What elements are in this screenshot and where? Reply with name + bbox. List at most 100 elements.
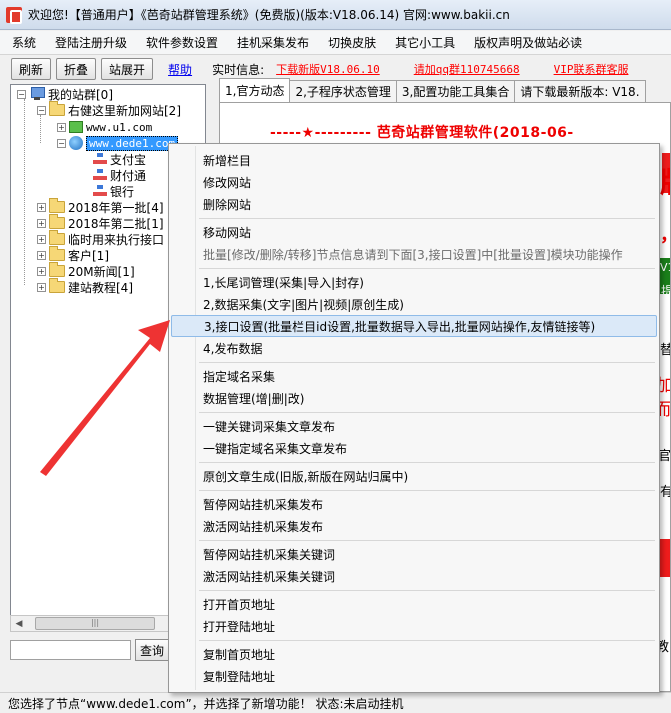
toolbar: 刷新 折叠 站展开 帮助 实时信息: 下载新版V18.06.10 请加qq群11… [0, 56, 671, 82]
content-fragment: 提 [661, 281, 670, 300]
tree-node-column[interactable]: 支付宝 [93, 151, 146, 167]
content-fragment: 有 [660, 481, 670, 500]
search-button[interactable]: 查询 [135, 639, 169, 661]
menu-item-add-column[interactable]: 新增栏目 [171, 149, 657, 171]
content-fragment: ， [660, 221, 670, 247]
tree-node-label: 财付通 [110, 168, 147, 183]
content-fragment: V1 [660, 261, 670, 274]
menu-item-publish-data[interactable]: 4,发布数据 [171, 337, 657, 359]
folder-icon [49, 230, 65, 245]
realtime-info-label: 实时信息: [212, 62, 265, 77]
menu-item-pause-keyword-collect[interactable]: 暂停网站挂机采集关键词 [171, 543, 657, 565]
menu-item-domain-collect-publish[interactable]: 一键指定域名采集文章发布 [171, 437, 657, 459]
tree-node-label: 我的站群[0] [48, 87, 113, 102]
menu-item-domain-collect[interactable]: 指定域名采集 [171, 365, 657, 387]
app-icon [6, 6, 22, 24]
expand-toggle-icon[interactable]: + [37, 266, 46, 276]
menu-item-activate-auto-publish[interactable]: 激活网站挂机采集发布 [171, 515, 657, 537]
title-bar: 欢迎您!【普通用户】《芭奇站群管理系统》(免费版)(版本:V18.06.14) … [0, 0, 671, 30]
menu-item-edit-site[interactable]: 修改网站 [171, 171, 657, 193]
tree-node-label: 临时用来执行接口 [68, 232, 165, 247]
tree-node-site-selected[interactable]: − www.dede1.com [57, 135, 179, 151]
tree-node-group[interactable]: + 临时用来执行接口 [37, 230, 165, 247]
expand-toggle-icon[interactable]: + [37, 282, 46, 292]
menu-item-open-login-page[interactable]: 打开登陆地址 [171, 615, 657, 637]
menu-item-data-management[interactable]: 数据管理(增|删|改) [171, 387, 657, 409]
menu-item-batch-hint: 批量[修改/删除/转移]节点信息请到下面[3,接口设置]中[批量设置]模块功能操… [203, 247, 623, 262]
menu-item-open-homepage[interactable]: 打开首页地址 [171, 593, 657, 615]
refresh-button[interactable]: 刷新 [11, 58, 52, 80]
tree-node-label: 银行 [110, 184, 135, 199]
collapse-toggle-icon[interactable]: − [37, 105, 46, 115]
tree-node-column[interactable]: 财付通 [93, 167, 146, 183]
expand-button[interactable]: 站展开 [101, 58, 154, 80]
menu-item-activate-keyword-collect[interactable]: 激活网站挂机采集关键词 [171, 565, 657, 587]
menu-other-tools[interactable]: 其它小工具 [395, 34, 455, 51]
menu-copyright[interactable]: 版权声明及做站必读 [474, 34, 582, 51]
menu-item-delete-site[interactable]: 删除网站 [171, 193, 657, 215]
menu-item-original-article[interactable]: 原创文章生成(旧版,新版在网站归属中) [171, 465, 657, 487]
menu-item-keyword-collect-publish[interactable]: 一键关键词采集文章发布 [171, 415, 657, 437]
menu-item-longtail-keywords[interactable]: 1,长尾词管理(采集|导入|封存) [171, 271, 657, 293]
tree-search-input[interactable] [10, 640, 131, 660]
folder-icon [49, 278, 65, 293]
tab-tool-collection[interactable]: 3,配置功能工具集合 [395, 80, 516, 102]
menu-item-copy-login-page[interactable]: 复制登陆地址 [171, 665, 657, 687]
tree-node-group[interactable]: + 2018年第二批[1] [37, 214, 164, 231]
expand-toggle-icon[interactable]: + [37, 250, 46, 260]
scrollbar-thumb[interactable]: ||| [35, 617, 155, 630]
folder-icon [49, 101, 65, 116]
folder-icon [49, 246, 65, 261]
folder-icon [49, 262, 65, 277]
tree-guide-line [40, 115, 41, 143]
column-node-icon [93, 169, 107, 181]
menu-separator [199, 490, 655, 491]
content-fragment: 版 [660, 161, 670, 201]
expand-toggle-icon[interactable]: + [37, 218, 46, 228]
collapse-button[interactable]: 折叠 [56, 58, 97, 80]
tree-node-group[interactable]: + 20M新闻[1] [37, 262, 135, 279]
collapse-toggle-icon[interactable]: − [57, 138, 66, 148]
tree-node-label: www.dede1.com [86, 135, 179, 151]
tab-subprogram-status[interactable]: 2,子程序状态管理 [289, 80, 397, 102]
menu-item-interface-settings[interactable]: 3,接口设置(批量栏目id设置,批量数据导入导出,批量网站操作,友情链接等) [171, 315, 657, 337]
tree-node-root[interactable]: − 我的站群[0] [17, 86, 113, 102]
website-icon [69, 121, 83, 133]
menu-switch-skin[interactable]: 切换皮肤 [328, 34, 376, 51]
collapse-toggle-icon[interactable]: − [17, 89, 26, 99]
network-icon [29, 87, 45, 101]
menu-item-move-site[interactable]: 移动网站 [171, 221, 657, 243]
tree-node-column[interactable]: 银行 [93, 183, 134, 199]
tree-guide-line [24, 99, 25, 285]
tree-node-label: 支付宝 [110, 152, 147, 167]
menu-item-copy-homepage[interactable]: 复制首页地址 [171, 643, 657, 665]
vip-contact-link[interactable]: VIP联系群客服 [554, 61, 629, 77]
menu-auto-collect-publish[interactable]: 挂机采集发布 [237, 34, 309, 51]
download-new-version-link[interactable]: 下载新版V18.06.10 [276, 61, 380, 77]
menu-system[interactable]: 系统 [12, 34, 36, 51]
expand-toggle-icon[interactable]: + [57, 122, 66, 132]
tab-official-news[interactable]: 1,官方动态 [219, 78, 291, 102]
tree-node-label: 建站教程[4] [68, 280, 133, 295]
menu-bar: 系统 登陆注册升级 软件参数设置 挂机采集发布 切换皮肤 其它小工具 版权声明及… [0, 31, 671, 55]
globe-icon [69, 136, 83, 150]
menu-login-register[interactable]: 登陆注册升级 [55, 34, 127, 51]
tree-node-group[interactable]: − 右健这里新加网站[2] [37, 101, 181, 118]
tree-node-group[interactable]: + 2018年第一批[4] [37, 198, 164, 215]
menu-software-settings[interactable]: 软件参数设置 [146, 34, 218, 51]
tree-node-group[interactable]: + 客户[1] [37, 246, 109, 263]
menu-item-data-collection[interactable]: 2,数据采集(文字|图片|视频|原创生成) [171, 293, 657, 315]
tree-node-site[interactable]: + www.u1.com [57, 119, 152, 135]
content-fragment: 替 [660, 339, 670, 358]
qq-group-link[interactable]: 请加qq群110745668 [414, 61, 520, 77]
tree-node-label: 右健这里新加网站[2] [68, 103, 181, 118]
tab-download-latest[interactable]: 请下载最新版本: V18. [514, 80, 646, 102]
expand-toggle-icon[interactable]: + [37, 202, 46, 212]
scroll-left-icon[interactable]: ◀ [11, 616, 27, 631]
menu-item-pause-auto-publish[interactable]: 暂停网站挂机采集发布 [171, 493, 657, 515]
help-link[interactable]: 帮助 [168, 61, 192, 78]
expand-toggle-icon[interactable]: + [37, 234, 46, 244]
folder-icon [49, 198, 65, 213]
tree-node-group[interactable]: + 建站教程[4] [37, 278, 133, 295]
tree-node-label: 20M新闻[1] [68, 264, 135, 279]
